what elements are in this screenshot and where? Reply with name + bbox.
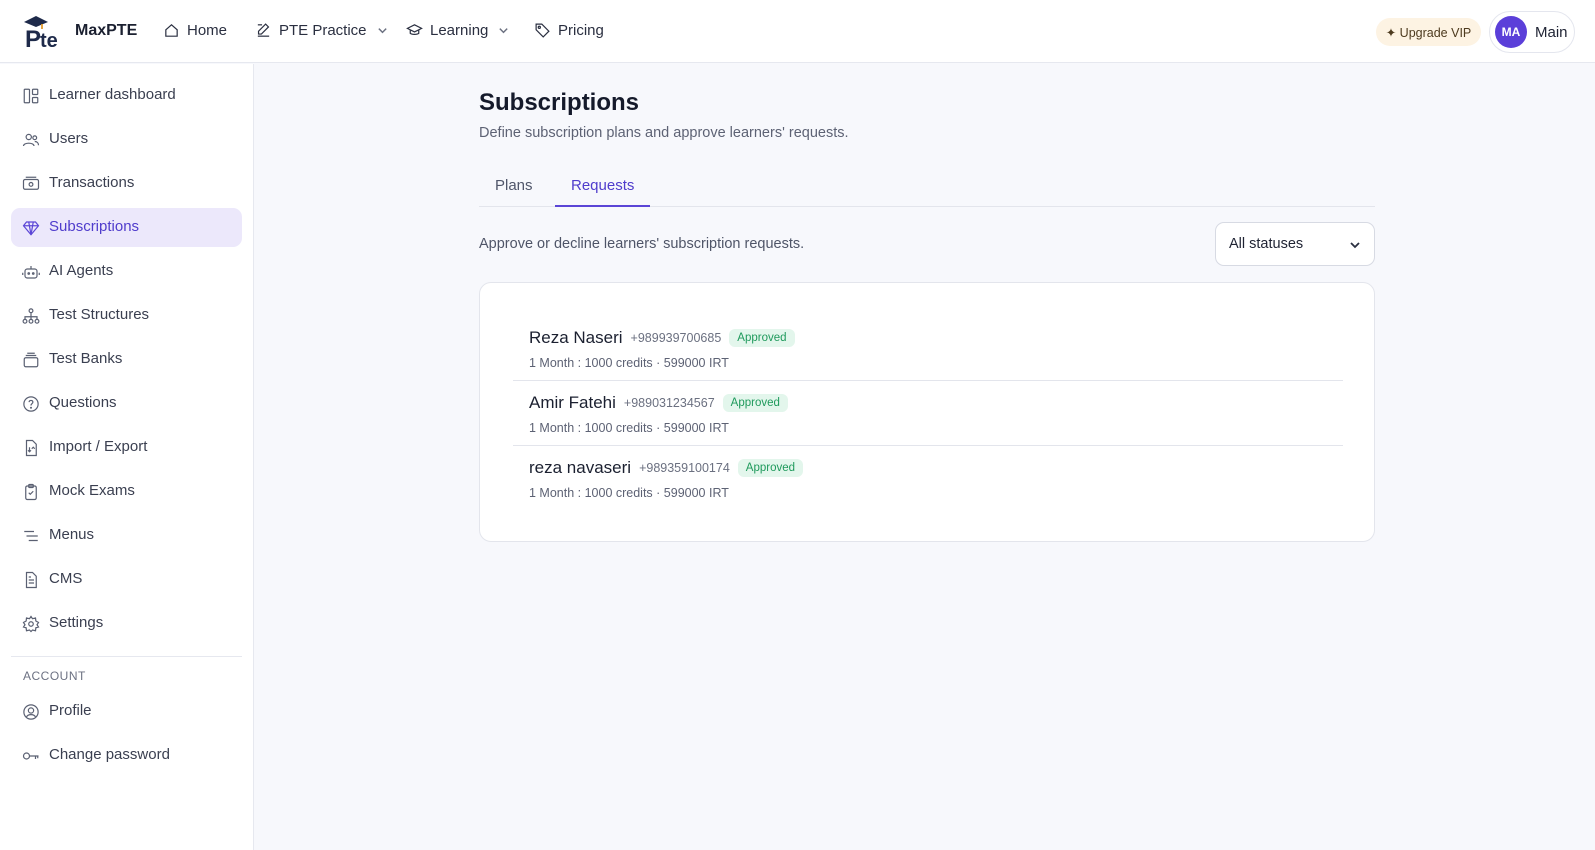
sidebar-item-label: Profile	[49, 702, 92, 719]
nav-learning[interactable]: Learning	[406, 22, 509, 39]
request-phone: +989939700685	[630, 331, 722, 345]
avatar: MA	[1495, 16, 1527, 48]
diamond-icon	[22, 219, 40, 237]
sidebar-item-label: Users	[49, 130, 89, 147]
cash-icon	[22, 175, 40, 193]
stack-icon	[22, 351, 40, 369]
sidebar-item-label: CMS	[49, 570, 83, 587]
sidebar-divider	[11, 656, 242, 657]
sidebar-item-mock-exams[interactable]: Mock Exams	[11, 472, 242, 511]
list-item[interactable]: Amir Fatehi +989031234567 Approved 1 Mon…	[513, 381, 1343, 446]
key-icon	[22, 747, 40, 765]
sidebar-item-label: Mock Exams	[49, 482, 135, 499]
request-name: reza navaseri	[529, 458, 632, 477]
sidebar-section-account: ACCOUNT	[23, 669, 86, 683]
sidebar-item-change-password[interactable]: Change password	[11, 736, 242, 775]
top-navbar: P te MaxPTE Home PTE Practice Learning P…	[0, 0, 1595, 63]
hierarchy-icon	[22, 307, 40, 325]
list-item[interactable]: reza navaseri +989359100174 Approved 1 M…	[513, 446, 1343, 511]
sidebar-item-ai-agents[interactable]: AI Agents	[11, 252, 242, 291]
nav-pricing-label: Pricing	[558, 22, 604, 39]
requests-description: Approve or decline learners' subscriptio…	[479, 236, 805, 252]
list-item[interactable]: Reza Naseri +989939700685 Approved 1 Mon…	[513, 316, 1343, 381]
nav-pte-practice[interactable]: PTE Practice	[255, 22, 388, 39]
tab-plans[interactable]: Plans	[479, 167, 549, 207]
request-details: 1 Month : 1000 credits · 599000 IRT	[529, 486, 729, 500]
sidebar-item-label: Test Structures	[49, 306, 150, 323]
tab-requests[interactable]: Requests	[555, 167, 651, 207]
request-phone: +989031234567	[623, 396, 715, 410]
user-menu[interactable]: MA Main	[1489, 11, 1575, 53]
sidebar-item-label: Import / Export	[49, 438, 148, 455]
pte-logo[interactable]: P te	[22, 14, 68, 53]
nav-learning-label: Learning	[430, 22, 489, 39]
sidebar-item-questions[interactable]: Questions	[11, 384, 242, 423]
tag-icon	[535, 23, 550, 38]
sidebar-item-import-export[interactable]: Import / Export	[11, 428, 242, 467]
sidebar-item-test-banks[interactable]: Test Banks	[11, 340, 242, 379]
status-badge: Approved	[722, 394, 788, 412]
request-details: 1 Month : 1000 credits · 599000 IRT	[529, 356, 729, 370]
graduation-cap-icon	[406, 24, 423, 35]
nav-pricing[interactable]: Pricing	[534, 22, 604, 39]
request-phone: +989359100174	[639, 461, 730, 475]
request-name: Amir Fatehi	[529, 393, 616, 412]
gear-icon	[22, 615, 40, 633]
upgrade-vip-button[interactable]: ✦ Upgrade VIP	[1376, 18, 1481, 46]
edit-icon	[257, 23, 270, 37]
sidebar-item-learner-dashboard[interactable]: Learner dashboard	[11, 76, 242, 115]
home-icon	[165, 24, 178, 37]
sidebar-item-label: Change password	[49, 746, 170, 763]
request-details: 1 Month : 1000 credits · 599000 IRT	[529, 421, 729, 435]
menu-lines-icon	[22, 527, 40, 545]
brand-name[interactable]: MaxPTE	[75, 22, 137, 40]
sidebar-item-profile[interactable]: Profile	[11, 692, 242, 731]
tab-bar: Plans Requests	[479, 167, 1375, 207]
sidebar-item-label: Menus	[49, 526, 95, 543]
sidebar-item-menus[interactable]: Menus	[11, 516, 242, 555]
requests-list-card: Reza Naseri +989939700685 Approved 1 Mon…	[479, 282, 1375, 542]
sidebar-item-label: Transactions	[49, 174, 135, 191]
robot-icon	[22, 263, 40, 281]
sidebar-item-label: Settings	[49, 614, 104, 631]
users-icon	[22, 131, 40, 149]
sidebar-item-cms[interactable]: CMS	[11, 560, 242, 599]
status-badge: Approved	[737, 459, 804, 477]
status-badge: Approved	[729, 329, 795, 347]
nav-home[interactable]: Home	[163, 22, 227, 39]
file-transfer-icon	[22, 439, 40, 457]
status-filter-value: All statuses	[1229, 236, 1304, 252]
page-title: Subscriptions	[479, 89, 640, 116]
sidebar-item-label: Test Banks	[49, 350, 123, 367]
request-name: Reza Naseri	[529, 328, 623, 347]
dashboard-icon	[22, 87, 40, 105]
svg-text:te: te	[40, 30, 58, 50]
sidebar-item-label: AI Agents	[49, 262, 114, 279]
chevron-down-icon	[377, 28, 387, 34]
nav-home-label: Home	[187, 22, 228, 39]
clipboard-icon	[22, 483, 40, 501]
page-subtitle: Define subscription plans and approve le…	[479, 125, 849, 141]
user-name: Main	[1535, 23, 1568, 41]
status-filter-select[interactable]: All statuses	[1215, 222, 1375, 266]
sidebar-item-users[interactable]: Users	[11, 120, 242, 159]
sidebar: Learner dashboard Users Transactions Sub…	[0, 64, 254, 850]
chevron-down-icon	[499, 28, 509, 34]
svg-text:P: P	[25, 26, 41, 50]
sidebar-item-settings[interactable]: Settings	[11, 604, 242, 643]
user-circle-icon	[22, 703, 40, 721]
sidebar-item-label: Subscriptions	[49, 218, 140, 235]
sidebar-item-test-structures[interactable]: Test Structures	[11, 296, 242, 335]
chevron-down-icon	[1350, 242, 1360, 249]
sidebar-item-transactions[interactable]: Transactions	[11, 164, 242, 203]
sidebar-item-subscriptions[interactable]: Subscriptions	[11, 208, 242, 247]
sidebar-item-label: Questions	[49, 394, 117, 411]
nav-pte-practice-label: PTE Practice	[279, 22, 367, 39]
sidebar-item-label: Learner dashboard	[49, 86, 176, 103]
question-icon	[22, 395, 40, 413]
document-icon	[22, 571, 40, 589]
